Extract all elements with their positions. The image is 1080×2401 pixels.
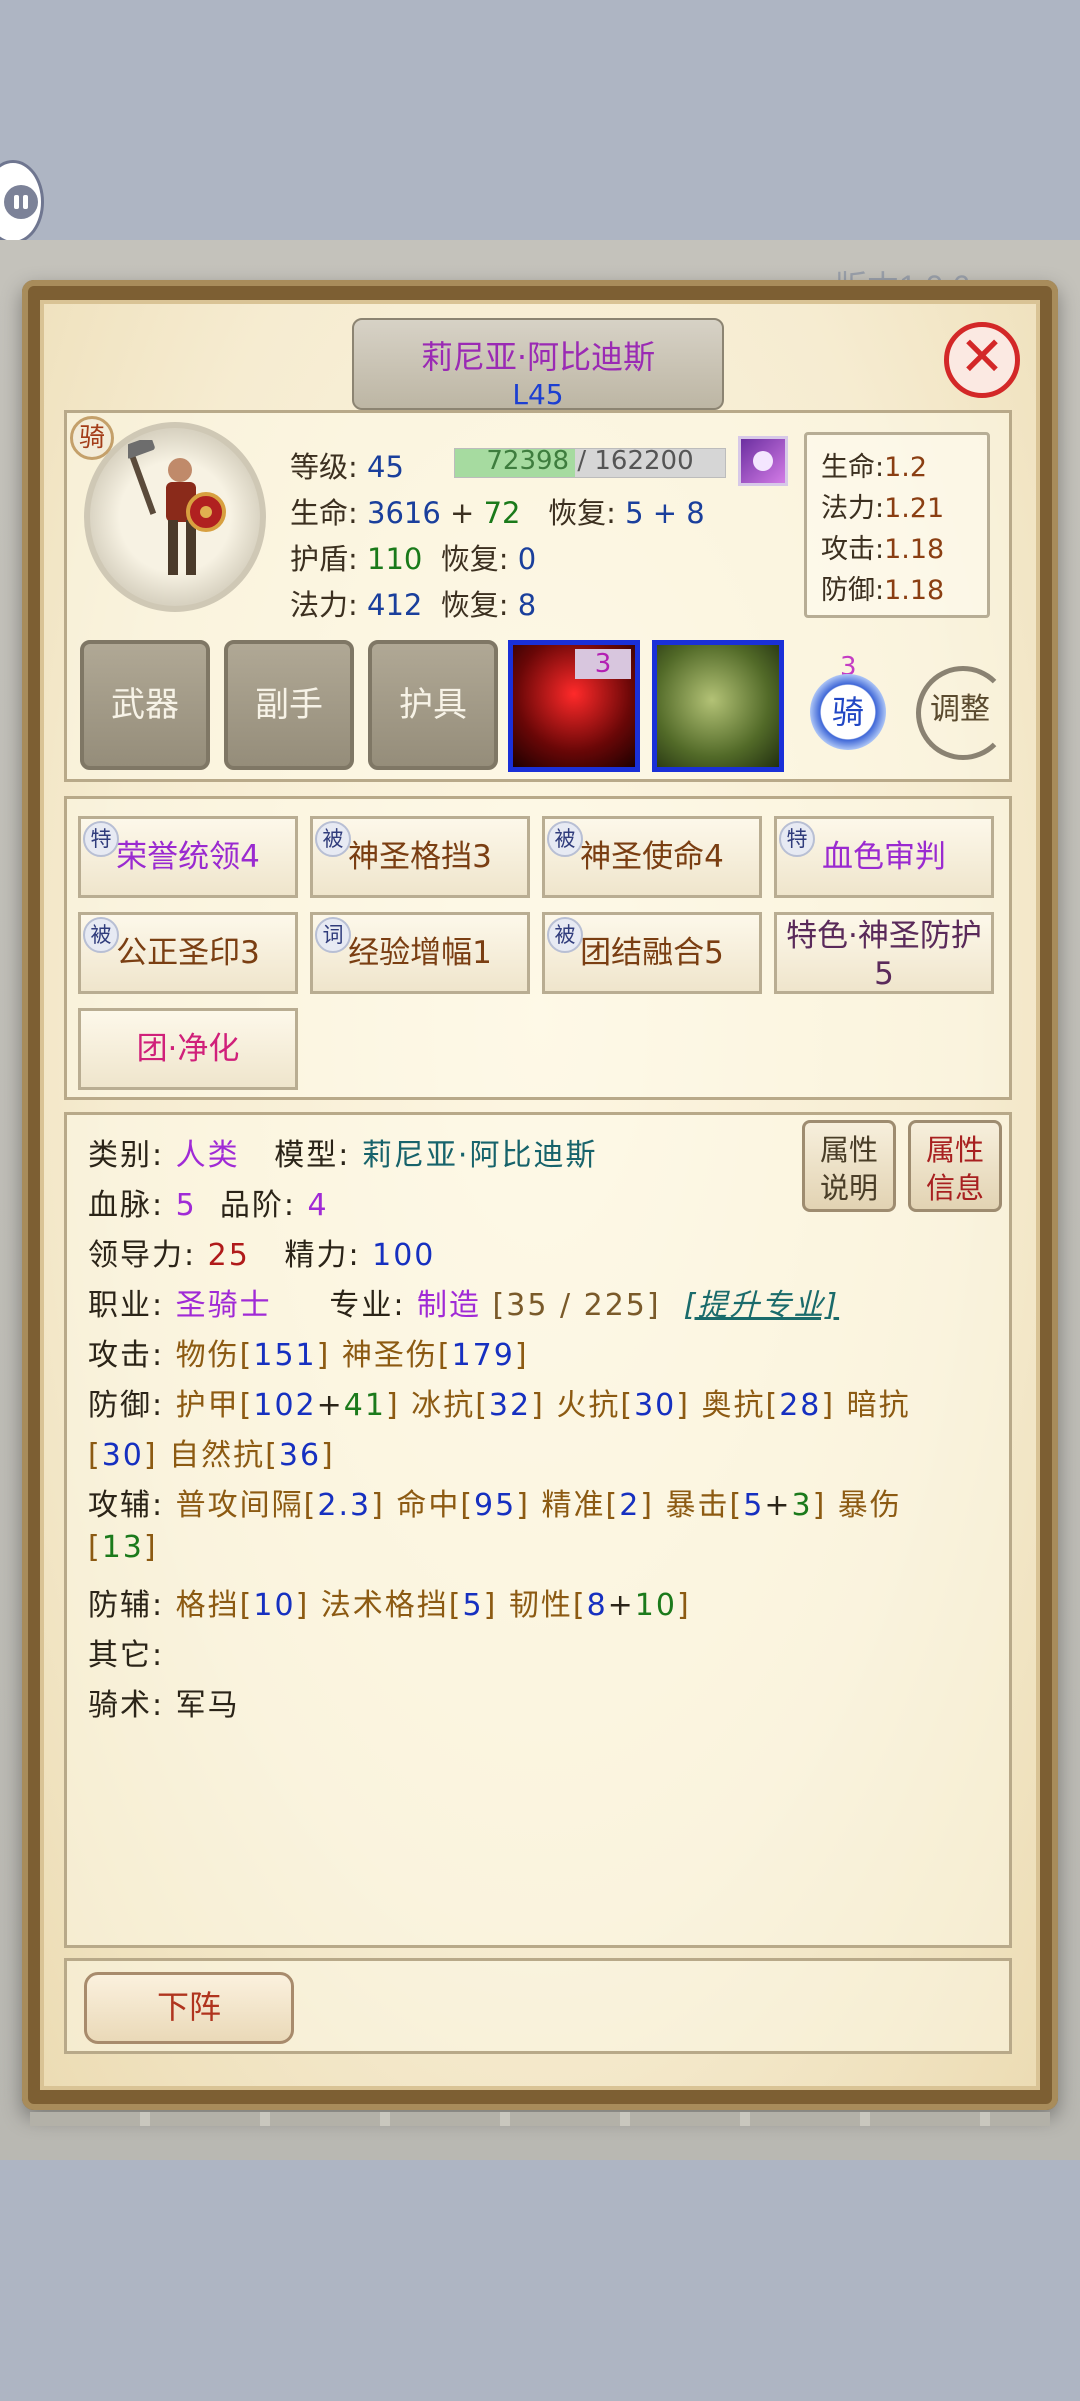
skill-name: 公正圣印3 — [116, 935, 260, 971]
skill-slot[interactable]: 被 团结融合5 — [542, 912, 762, 994]
other-line: 其它: — [88, 1638, 165, 1673]
skill-name: 神圣格挡3 — [348, 839, 492, 875]
hp-row: 生命: 3616 + 72 恢复: 5 + 8 — [290, 490, 705, 532]
growth-row: 攻击:1.18 — [821, 534, 945, 565]
skill-type-tag: 特 — [83, 821, 119, 857]
skill-slot[interactable]: 被 神圣格挡3 — [310, 816, 530, 898]
equipped-item-necklace[interactable]: 3 — [508, 640, 640, 772]
hp-base: 3616 — [367, 496, 441, 530]
skill-type-tag: 词 — [315, 917, 351, 953]
skill-type-tag: 被 — [547, 821, 583, 857]
xp-max: 162200 — [594, 446, 694, 476]
hp-bonus: 72 — [483, 496, 521, 530]
shield-regen-label: 恢复: — [440, 542, 509, 576]
xp-current: 72398 — [486, 446, 570, 476]
knight-portrait-icon — [128, 440, 226, 575]
close-button[interactable]: ✕ — [944, 322, 1020, 398]
ride-badge-icon: 骑 — [810, 674, 886, 750]
skill-name: 团结融合5 — [580, 935, 724, 971]
model-value: 莉尼亚·阿比迪斯 — [361, 1138, 598, 1173]
button-line: 信息 — [925, 1171, 984, 1205]
hero-level-tag: L45 — [512, 378, 564, 411]
attack-aux-line: 攻辅: 普攻间隔[2.3] 命中[95] 精准[2] 暴击[5+3] 暴伤 — [88, 1488, 902, 1523]
item-count-badge: 3 — [575, 649, 631, 679]
skill-slot[interactable]: 特 荣誉统领4 — [78, 816, 298, 898]
ride-skill-badge[interactable]: 3 骑 — [800, 652, 896, 756]
hp-regen-label: 恢复: — [548, 496, 616, 530]
button-line: 说明 — [819, 1171, 878, 1205]
pause-icon — [4, 185, 38, 219]
attack-aux-line-2: [13] — [88, 1530, 158, 1565]
armor-slot-button[interactable]: 护具 — [368, 640, 498, 770]
bloodline-grade-line: 血脉: 5 品阶: 4 — [88, 1188, 329, 1223]
button-line: 属性 — [819, 1133, 878, 1167]
floating-menu-button[interactable] — [0, 160, 44, 244]
skill-name: 血色审判 — [822, 839, 946, 875]
skill-type-tag: 被 — [315, 821, 351, 857]
hp-regen: 5 + 8 — [625, 496, 705, 530]
growth-box: 生命:1.2 法力:1.21 攻击:1.18 防御:1.18 — [804, 432, 990, 618]
growth-row: 法力:1.21 — [821, 493, 945, 524]
adjust-button[interactable]: 调整 — [912, 660, 1010, 760]
skill-type-tag: 被 — [83, 917, 119, 953]
hp-label: 生命: — [290, 496, 358, 530]
skill-name: 经验增幅1 — [348, 935, 492, 971]
xp-text: 72398 / 162200 — [454, 446, 726, 476]
mana-value: 412 — [367, 588, 423, 622]
attribute-info-button[interactable]: 属性 信息 — [908, 1120, 1002, 1212]
hero-title-plate: 莉尼亚·阿比迪斯 L45 — [352, 318, 724, 411]
skill-slot[interactable]: 被 神圣使命4 — [542, 816, 762, 898]
skill-name-line2: 5 — [874, 956, 894, 992]
mana-regen-label: 恢复: — [440, 588, 509, 622]
growth-row: 生命:1.2 — [821, 452, 928, 483]
upgrade-profession-link[interactable]: [提升专业] — [684, 1288, 839, 1323]
skill-slot[interactable]: 特 血色审判 — [774, 816, 994, 898]
weapon-slot-button[interactable]: 武器 — [80, 640, 210, 770]
gem-icon[interactable] — [738, 436, 788, 486]
defense-aux-line: 防辅: 格挡[10] 法术格挡[5] 韧性[8+10] — [88, 1588, 691, 1623]
defense-line: 防御: 护甲[102+41] 冰抗[32] 火抗[30] 奥抗[28] 暗抗 — [88, 1388, 911, 1423]
skill-name: 特色·神圣防护 — [786, 918, 982, 954]
skill-slot[interactable]: 词 经验增幅1 — [310, 912, 530, 994]
unequip-button[interactable]: 下阵 — [84, 1972, 294, 2044]
equipped-item-beast[interactable] — [652, 640, 784, 772]
close-icon: ✕ — [959, 325, 1005, 388]
mana-row: 法力: 412 恢复: 8 — [290, 582, 536, 624]
skill-type-tag: 被 — [547, 917, 583, 953]
skill-type-tag: 特 — [779, 821, 815, 857]
skill-name: 神圣使命4 — [580, 839, 724, 875]
type-model-line: 类别: 人类 模型: 莉尼亚·阿比迪斯 — [88, 1138, 598, 1173]
hp-plus: + — [450, 496, 475, 530]
shield-label: 护盾: — [290, 542, 358, 576]
shield-regen: 0 — [517, 542, 537, 576]
skill-name: 荣誉统领4 — [116, 839, 260, 875]
defense-line-2: [30] 自然抗[36] — [88, 1438, 335, 1473]
attack-line: 攻击: 物伤[151] 神圣伤[179] — [88, 1338, 529, 1373]
mana-label: 法力: — [290, 588, 358, 622]
level-label: 等级: — [290, 450, 358, 484]
type-value: 人类 — [175, 1138, 240, 1173]
skill-name: 团·净化 — [136, 1031, 240, 1067]
hero-name: 莉尼亚·阿比迪斯 — [420, 338, 656, 376]
job-profession-line: 职业: 圣骑士 专业: 制造 [35 / 225] [提升专业] — [88, 1288, 840, 1323]
level-row: 等级: 45 — [290, 444, 404, 486]
level-value: 45 — [367, 450, 404, 484]
offhand-slot-button[interactable]: 副手 — [224, 640, 354, 770]
leadership-energy-line: 领导力: 25 精力: 100 — [88, 1238, 436, 1273]
xp-separator: / — [569, 446, 595, 476]
bottom-tab-strip — [30, 2112, 1050, 2126]
skill-slot[interactable]: 团·净化 — [78, 1008, 298, 1090]
riding-line: 骑术: 军马 — [88, 1688, 240, 1723]
skill-slot[interactable]: 特色·神圣防护 5 — [774, 912, 994, 994]
skill-slot[interactable]: 被 公正圣印3 — [78, 912, 298, 994]
ride-tag-badge: 骑 — [70, 416, 114, 460]
shield-row: 护盾: 110 恢复: 0 — [290, 536, 536, 578]
growth-row: 防御:1.18 — [821, 575, 945, 606]
attribute-description-button[interactable]: 属性 说明 — [802, 1120, 896, 1212]
shield-value: 110 — [367, 542, 423, 576]
button-line: 属性 — [925, 1133, 984, 1167]
mana-regen: 8 — [517, 588, 537, 622]
